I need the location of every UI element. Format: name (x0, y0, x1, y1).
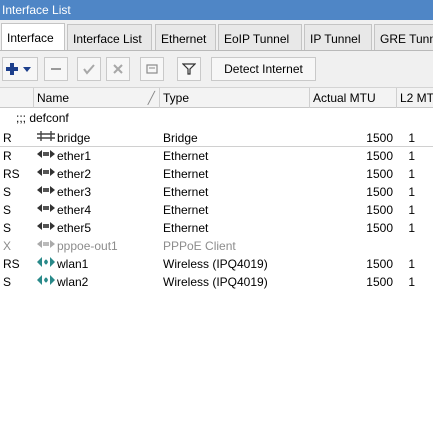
name-cell: ether1 (57, 149, 92, 163)
flag-cell: S (3, 185, 12, 199)
table-row[interactable]: Sether3 Ethernet 1500 1 (0, 183, 433, 201)
ethernet-icon (36, 165, 58, 183)
table-row[interactable]: Rether1 Ethernet 1500 1 (0, 147, 433, 165)
name-cell: ether2 (57, 167, 92, 181)
flag-cell: S (3, 203, 12, 217)
actual-mtu-cell: 1500 (366, 131, 393, 145)
enable-button[interactable] (77, 57, 101, 81)
actual-mtu-cell (312, 237, 393, 255)
l2-mtu-cell: 1 (408, 149, 415, 163)
ethernet-icon (36, 183, 58, 201)
bridge-icon (36, 129, 58, 147)
cross-icon (113, 64, 123, 74)
check-icon (83, 64, 95, 75)
type-cell: Ethernet (163, 185, 209, 199)
detect-internet-button[interactable]: Detect Internet (211, 57, 316, 81)
tab-bar: Interface Interface List Ethernet EoIP T… (0, 20, 433, 51)
type-cell: Wireless (IPQ4019) (163, 257, 268, 271)
l2-mtu-cell: 1 (408, 221, 415, 235)
comment-button[interactable] (140, 57, 164, 81)
l2-mtu-cell: 1 (408, 167, 415, 181)
table-row[interactable]: RS ether2 Ethernet 1500 1 (0, 165, 433, 183)
table-row[interactable]: Sether5 Ethernet 1500 1 (0, 219, 433, 237)
flag-column-header[interactable] (0, 88, 34, 108)
add-button[interactable] (2, 57, 38, 81)
type-cell: Ethernet (163, 167, 209, 181)
flag-cell: X (3, 239, 12, 253)
name-header-label: Name (37, 91, 70, 105)
actual-mtu-cell: 1500 (366, 149, 393, 163)
group-comment: ;;; defconf (16, 111, 69, 125)
flag-cell: RS (3, 167, 20, 181)
name-cell: ether3 (57, 185, 92, 199)
table-row[interactable]: Swlan2 Wireless (IPQ4019) 1500 1 (0, 273, 433, 291)
tab-interface-list[interactable]: Interface List (67, 24, 152, 50)
sort-icon: ╱ (147, 91, 155, 105)
actual-mtu-cell: 1500 (366, 257, 393, 271)
tab-eoip-tunnel[interactable]: EoIP Tunnel (218, 24, 302, 50)
type-cell: PPPoE Client (163, 239, 236, 253)
type-cell: Ethernet (163, 221, 209, 235)
l2-mtu-cell: 1 (408, 203, 415, 217)
table-row[interactable]: RS wlan1 Wireless (IPQ4019) 1500 1 (0, 255, 433, 273)
name-column-header[interactable]: Name ╱ (34, 88, 160, 108)
name-cell: ether5 (57, 221, 92, 235)
add-icon (6, 63, 31, 75)
name-cell: ether4 (57, 203, 92, 217)
type-cell: Ethernet (163, 149, 209, 163)
name-cell: wlan1 (57, 257, 89, 271)
table-header: Name ╱ Type Actual MTU L2 MT (0, 87, 433, 108)
name-cell: wlan2 (57, 275, 89, 289)
flag-cell: S (3, 275, 12, 289)
ethernet-icon (36, 219, 58, 237)
toolbar: Detect Internet (0, 51, 433, 87)
actual-mtu-cell: 1500 (366, 167, 393, 181)
window-title: Interface List (0, 0, 433, 20)
filter-button[interactable] (177, 57, 201, 81)
l2-mtu-cell: 1 (408, 131, 415, 145)
wireless-icon (36, 255, 58, 273)
type-cell: Wireless (IPQ4019) (163, 275, 268, 289)
l2-mtu-cell (399, 237, 415, 255)
remove-button[interactable] (44, 57, 68, 81)
table-row[interactable]: Xpppoe-out1 PPPoE Client (0, 237, 433, 255)
flag-cell: S (3, 221, 12, 235)
type-cell: Bridge (163, 131, 198, 145)
comment-icon (146, 64, 158, 74)
type-cell: Ethernet (163, 203, 209, 217)
actual-mtu-column-header[interactable]: Actual MTU (310, 88, 397, 108)
group-comment-row[interactable]: ;;; defconf (0, 109, 433, 127)
actual-mtu-cell: 1500 (366, 203, 393, 217)
ethernet-icon (36, 147, 58, 165)
l2-mtu-column-header[interactable]: L2 MT (397, 88, 433, 108)
type-column-header[interactable]: Type (160, 88, 310, 108)
minus-icon (51, 68, 61, 70)
interface-table: Name ╱ Type Actual MTU L2 MT ;;; defconf… (0, 87, 433, 431)
table-row[interactable]: Sether4 Ethernet 1500 1 (0, 201, 433, 219)
tab-ethernet[interactable]: Ethernet (155, 24, 216, 50)
actual-mtu-cell: 1500 (366, 275, 393, 289)
disable-button[interactable] (106, 57, 130, 81)
name-cell: bridge (57, 131, 91, 145)
tab-ip-tunnel[interactable]: IP Tunnel (304, 24, 372, 50)
actual-mtu-cell: 1500 (366, 185, 393, 199)
flag-cell: RS (3, 257, 20, 271)
tab-interface[interactable]: Interface (1, 23, 65, 50)
pppoe-icon (36, 237, 58, 255)
l2-mtu-cell: 1 (408, 275, 415, 289)
actual-mtu-cell: 1500 (366, 221, 393, 235)
filter-icon (182, 63, 196, 75)
table-row[interactable]: Rbridge Bridge 1500 1 (0, 129, 433, 147)
name-cell: pppoe-out1 (57, 239, 118, 253)
tab-gre-tunnel[interactable]: GRE Tunn (374, 24, 433, 50)
flag-cell: R (3, 149, 12, 163)
l2-mtu-cell: 1 (408, 257, 415, 271)
wireless-icon (36, 273, 58, 291)
ethernet-icon (36, 201, 58, 219)
flag-cell: R (3, 131, 12, 145)
l2-mtu-cell: 1 (408, 185, 415, 199)
